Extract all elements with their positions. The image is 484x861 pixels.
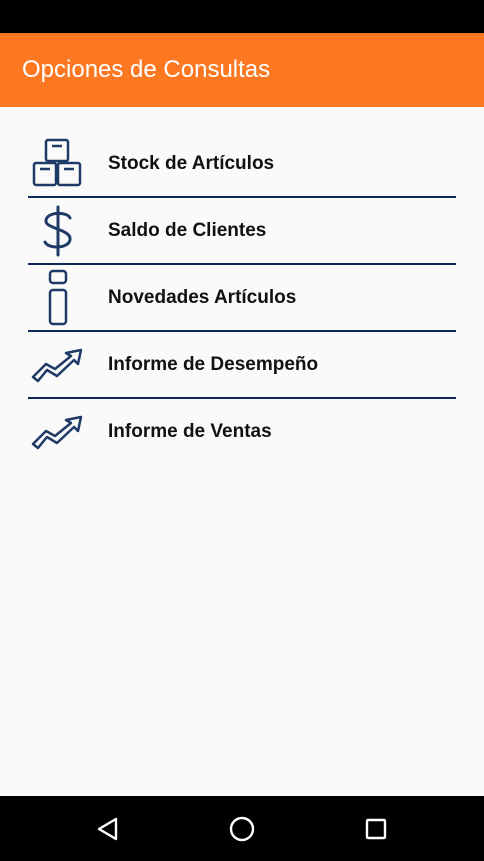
dollar-icon bbox=[28, 198, 88, 263]
menu-item-label: Novedades Artículos bbox=[108, 287, 297, 308]
boxes-icon bbox=[28, 131, 88, 196]
menu-item-label: Informe de Desempeño bbox=[108, 354, 319, 375]
menu-item-novedades-articulos[interactable]: Novedades Artículos bbox=[28, 265, 456, 332]
menu-list: Stock de Artículos Saldo de Clientes Nov… bbox=[28, 131, 456, 464]
back-triangle-icon bbox=[97, 817, 118, 840]
home-circle-icon bbox=[229, 816, 255, 841]
recents-button[interactable] bbox=[344, 796, 408, 861]
page-title: Opciones de Consultas bbox=[22, 56, 271, 83]
trend-up-icon bbox=[28, 332, 88, 397]
recents-square-icon bbox=[365, 818, 387, 839]
info-icon bbox=[28, 265, 88, 330]
menu-item-informe-desempeno[interactable]: Informe de Desempeño bbox=[28, 332, 456, 399]
app-bar: Opciones de Consultas bbox=[0, 33, 484, 107]
back-button[interactable] bbox=[76, 796, 140, 861]
menu-item-informe-ventas[interactable]: Informe de Ventas bbox=[28, 399, 456, 464]
menu-item-label: Informe de Ventas bbox=[108, 421, 272, 442]
menu-item-label: Saldo de Clientes bbox=[108, 220, 267, 241]
trend-up-icon bbox=[28, 399, 88, 464]
content-area: Stock de Artículos Saldo de Clientes Nov… bbox=[0, 107, 484, 796]
menu-item-stock-articulos[interactable]: Stock de Artículos bbox=[28, 131, 456, 198]
menu-item-saldo-clientes[interactable]: Saldo de Clientes bbox=[28, 198, 456, 265]
home-button[interactable] bbox=[210, 796, 274, 861]
navigation-bar bbox=[0, 796, 484, 861]
status-bar bbox=[0, 0, 484, 33]
menu-item-label: Stock de Artículos bbox=[108, 153, 275, 174]
